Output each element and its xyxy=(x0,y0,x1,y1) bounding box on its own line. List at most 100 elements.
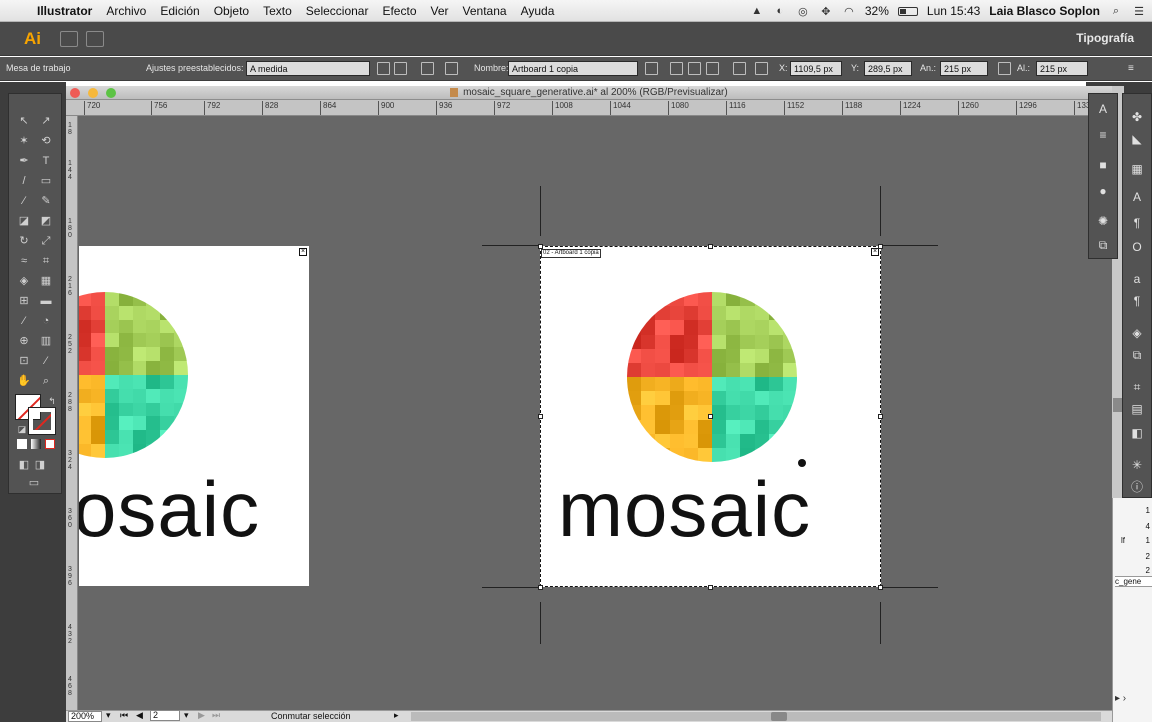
layers-panel-icon[interactable]: ◈ xyxy=(1128,324,1146,342)
pen-tool-icon[interactable]: ✒ xyxy=(15,152,33,170)
battery-icon[interactable] xyxy=(897,6,918,16)
landscape-orientation-icon[interactable] xyxy=(394,62,407,75)
resize-handle[interactable] xyxy=(878,585,883,590)
character-panel-icon[interactable]: A xyxy=(1094,100,1112,118)
grid-panel-icon[interactable]: ▦ xyxy=(1128,160,1146,178)
gradient-mode-icon[interactable] xyxy=(31,439,41,449)
screen-mode-icon[interactable]: ▭ xyxy=(25,474,43,492)
bridge-button[interactable] xyxy=(60,30,78,47)
document-info-icon[interactable]: ✳ xyxy=(1128,456,1146,474)
current-tool-label[interactable]: Conmutar selección xyxy=(271,711,351,721)
glyphs-panel-icon[interactable]: A xyxy=(1128,188,1146,206)
vertical-ruler[interactable]: 1 8 1 4 4 1 8 0 2 1 6 2 5 2 2 8 8 3 2 4 … xyxy=(66,116,78,710)
y-field[interactable]: 289,5 px xyxy=(864,61,912,76)
last-artboard-icon[interactable]: ⏭ xyxy=(212,710,220,721)
menu-efecto[interactable]: Efecto xyxy=(375,4,423,18)
symbols-panel-icon[interactable]: ✤ xyxy=(1128,108,1146,126)
hand-tool-icon[interactable]: ✋ xyxy=(15,372,33,390)
resize-handle[interactable] xyxy=(708,244,713,249)
artboard-number-field[interactable]: 2 xyxy=(150,710,180,721)
zoom-level-field[interactable]: 200% xyxy=(68,711,102,722)
gradient-tool-icon[interactable]: ▬ xyxy=(37,292,55,310)
artboard-corner-icon[interactable]: × xyxy=(299,248,307,256)
resize-handle[interactable] xyxy=(538,585,543,590)
shape-builder-tool-icon[interactable]: ◈ xyxy=(15,272,33,290)
rotate-tool-icon[interactable]: ↻ xyxy=(15,232,33,250)
reference-point-icon[interactable] xyxy=(755,62,768,75)
brushes-panel-icon[interactable]: ◣ xyxy=(1128,130,1146,148)
rectangle-tool-icon[interactable]: ▭ xyxy=(37,172,55,190)
blob-brush-tool-icon[interactable]: ◪ xyxy=(15,212,33,230)
artboard-tool-icon[interactable]: ⊡ xyxy=(15,352,33,370)
zoom-dropdown-icon[interactable]: ▾ xyxy=(106,710,111,721)
swap-fill-stroke-icon[interactable]: ↰ xyxy=(43,392,61,410)
none-mode-icon[interactable] xyxy=(45,439,55,449)
eyedropper-tool-icon[interactable]: ⁄ xyxy=(15,312,33,330)
artboard-close-icon[interactable]: × xyxy=(871,248,879,256)
panel-menu-icon[interactable]: ≡ xyxy=(1128,63,1134,74)
notification-list-icon[interactable]: ☰ xyxy=(1132,5,1146,18)
close-window-button[interactable] xyxy=(70,88,80,98)
slice-tool-icon[interactable]: ⁄ xyxy=(37,352,55,370)
menu-ayuda[interactable]: Ayuda xyxy=(514,4,562,18)
horizontal-ruler[interactable]: 720 756 792 828 864 900 936 972 1008 104… xyxy=(66,100,1112,116)
resize-handle[interactable] xyxy=(538,414,543,419)
cc-sync-icon[interactable]: ◎ xyxy=(796,5,810,18)
center-handle[interactable] xyxy=(708,414,713,419)
paragraph-align-icon[interactable]: ≡ xyxy=(1094,126,1112,144)
swatches-panel-icon[interactable]: ■ xyxy=(1094,156,1112,174)
menu-objeto[interactable]: Objeto xyxy=(207,4,256,18)
resize-handle[interactable] xyxy=(708,585,713,590)
resize-handle[interactable] xyxy=(878,244,883,249)
panel-file-name[interactable]: c_gene xyxy=(1115,576,1152,587)
menu-ventana[interactable]: Ventana xyxy=(456,4,514,18)
eraser-tool-icon[interactable]: ◩ xyxy=(37,212,55,230)
type-tool-icon[interactable]: T xyxy=(37,152,55,170)
constrain-proportions-icon[interactable] xyxy=(998,62,1011,75)
artboard-left[interactable]: osaic × xyxy=(79,246,309,586)
pathfinder-panel-icon[interactable]: ◧ xyxy=(1128,424,1146,442)
blend-tool-icon[interactable]: ◔ xyxy=(37,312,55,330)
paintbrush-tool-icon[interactable]: ∕ xyxy=(15,192,33,210)
menu-texto[interactable]: Texto xyxy=(256,4,299,18)
arrange-documents-button[interactable] xyxy=(86,30,104,47)
color-mode-icon[interactable] xyxy=(17,439,27,449)
artboards-list-icon[interactable]: ⧉ xyxy=(1128,346,1146,364)
first-artboard-icon[interactable]: ⏮ xyxy=(120,710,128,721)
column-graph-tool-icon[interactable]: ▥ xyxy=(37,332,55,350)
scale-tool-icon[interactable]: ⤢ xyxy=(37,232,55,250)
info-panel-icon[interactable]: ⓘ xyxy=(1128,478,1146,496)
creative-cloud-icon[interactable]: ◐ xyxy=(773,5,787,17)
new-artboard-icon[interactable] xyxy=(421,62,434,75)
panel-expand-icon[interactable]: ▸ › xyxy=(1115,693,1126,704)
graphic-styles-icon[interactable]: ✺ xyxy=(1094,212,1112,230)
menu-seleccionar[interactable]: Seleccionar xyxy=(299,4,376,18)
wifi-icon[interactable]: ◠ xyxy=(842,5,856,18)
character-styles-icon[interactable]: a xyxy=(1128,270,1146,288)
x-field[interactable]: 1109,5 px xyxy=(790,61,842,76)
appearance-panel-icon[interactable]: ● xyxy=(1094,182,1112,200)
menu-app-illustrator[interactable]: Illustrator xyxy=(30,4,99,18)
drive-icon[interactable]: ▲ xyxy=(750,5,764,17)
move-artwork-icon[interactable] xyxy=(645,62,658,75)
previous-artboard-icon[interactable]: ◀ xyxy=(136,710,143,721)
resize-handle[interactable] xyxy=(538,244,543,249)
mesh-tool-icon[interactable]: ⊞ xyxy=(15,292,33,310)
draw-behind-icon[interactable]: ◨ xyxy=(31,456,49,474)
lasso-tool-icon[interactable]: ⟲ xyxy=(37,132,55,150)
symbol-sprayer-tool-icon[interactable]: ⊕ xyxy=(15,332,33,350)
minimize-window-button[interactable] xyxy=(88,88,98,98)
show-center-mark-icon[interactable] xyxy=(670,62,683,75)
transform-panel-icon[interactable]: ⌗ xyxy=(1128,378,1146,396)
delete-artboard-icon[interactable] xyxy=(445,62,458,75)
pencil-tool-icon[interactable]: ✎ xyxy=(37,192,55,210)
show-video-safe-icon[interactable] xyxy=(706,62,719,75)
paragraph-panel-icon[interactable]: ¶ xyxy=(1128,214,1146,232)
align-panel-icon[interactable]: ▤ xyxy=(1128,400,1146,418)
dropbox-icon[interactable]: ✥ xyxy=(819,5,833,18)
artboard-dropdown-icon[interactable]: ▾ xyxy=(184,710,189,721)
horizontal-scrollbar[interactable] xyxy=(411,712,1101,721)
spotlight-search-icon[interactable]: ⌕ xyxy=(1109,5,1123,17)
next-artboard-icon[interactable]: ▶ xyxy=(198,710,205,721)
direct-selection-tool-icon[interactable]: ↗ xyxy=(37,112,55,130)
